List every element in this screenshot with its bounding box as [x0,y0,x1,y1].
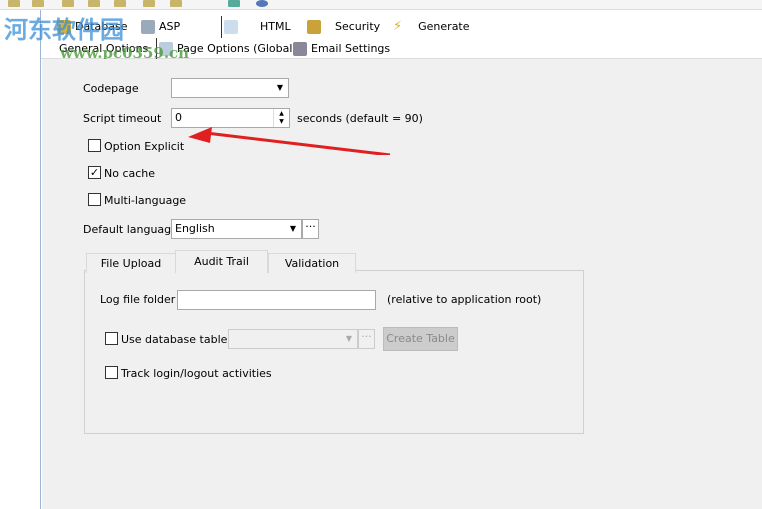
default-language-select[interactable]: English ▼ [171,219,302,239]
tab-generate[interactable]: ⚡ Generate [393,16,470,38]
arrow-line [205,131,391,155]
tab-file-upload[interactable]: File Upload [86,253,176,273]
multi-language-checkbox[interactable] [88,193,101,206]
watermark-logo: 河东软件园 [4,16,124,44]
track-login-checkbox[interactable] [105,366,118,379]
multi-language-label: Multi-language [104,194,187,207]
script-timeout-hint: seconds (default = 90) [297,112,423,125]
codepage-label: Codepage [83,82,139,95]
lock-icon [307,20,321,34]
subtab-email-settings[interactable]: Email Settings [293,38,390,60]
red-arrow-annotation [188,127,391,155]
lightning-icon: ⚡ [393,19,403,34]
chevron-down-icon: ▼ [276,83,284,92]
browse-button[interactable]: ··· [302,219,319,239]
toolbar-icon[interactable] [170,0,182,7]
main-tabs: Database ASP HTML Security ⚡ Generate [41,14,762,38]
no-cache-checkbox[interactable]: ✓ [88,166,101,179]
use-database-table-label: Use database table [121,333,228,346]
toolbar [0,0,762,10]
track-login-label: Track login/logout activities [121,367,272,380]
left-panel [0,10,41,509]
log-file-folder-hint: (relative to application root) [387,293,542,306]
toolbar-icon[interactable] [228,0,240,7]
database-table-select[interactable]: ▼ [228,329,358,349]
codepage-select[interactable]: ▼ [171,78,289,98]
log-file-folder-label: Log file folder [100,293,176,306]
tab-html[interactable]: HTML [221,16,291,38]
option-explicit-label: Option Explicit [104,140,185,153]
help-icon[interactable] [256,0,268,7]
no-cache-label: No cache [104,167,156,180]
option-explicit-checkbox[interactable] [88,139,101,152]
tab-audit-trail[interactable]: Audit Trail [175,250,268,273]
toolbar-icon[interactable] [88,0,100,7]
toolbar-icon[interactable] [62,0,74,7]
tab-validation[interactable]: Validation [268,253,356,273]
create-table-button[interactable]: Create Table [383,327,458,351]
tab-asp[interactable]: ASP [141,16,180,38]
script-timeout-label: Script timeout [83,112,162,125]
use-database-table-checkbox[interactable] [105,332,118,345]
arrow-head [188,127,212,143]
tab-security[interactable]: Security [307,16,380,38]
toolbar-icon[interactable] [143,0,155,7]
toolbar-icon[interactable] [114,0,126,7]
chevron-down-icon: ▼ [289,224,297,233]
html-icon [224,20,238,34]
asp-icon [141,20,155,34]
email-icon [293,42,307,56]
browse-button[interactable]: ··· [358,329,375,349]
toolbar-icon[interactable] [32,0,44,7]
toolbar-icon[interactable] [8,0,20,7]
default-language-label: Default language [83,223,178,236]
chevron-down-icon: ▼ [345,334,353,343]
log-file-folder-input[interactable] [177,290,376,310]
